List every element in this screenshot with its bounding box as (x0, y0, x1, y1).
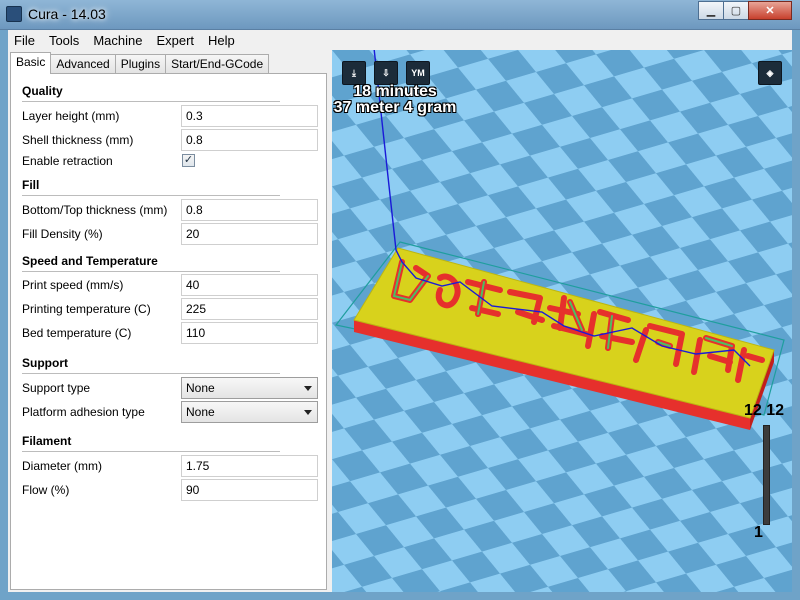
section-fill: Fill (22, 178, 318, 196)
setting-layer-height: Layer height (mm) 0.3 (22, 105, 322, 127)
print-info: 18 minutes 37 meter 4 gram (332, 84, 462, 116)
chevron-down-icon (304, 410, 312, 415)
basic-settings-panel: Quality Layer height (mm) 0.3 Shell thic… (10, 73, 327, 590)
tab-plugins[interactable]: Plugins (114, 54, 167, 74)
section-support: Support (22, 356, 318, 374)
section-divider (22, 101, 280, 102)
setting-bottom-top-thickness: Bottom/Top thickness (mm) 0.8 (22, 199, 322, 221)
menu-expert[interactable]: Expert (156, 33, 194, 48)
window-title: Cura - 14.03 (28, 6, 106, 22)
setting-label: Enable retraction (22, 154, 113, 168)
setting-label: Bed temperature (C) (22, 326, 132, 340)
menu-file[interactable]: File (14, 33, 35, 48)
platform-adhesion-select[interactable]: None (181, 401, 318, 423)
menu-bar: File Tools Machine Expert Help (8, 30, 792, 50)
layer-top-label: 12 12 (744, 402, 785, 419)
window-controls: ▁ ▢ ✕ (698, 1, 792, 20)
section-title: Speed and Temperature (22, 254, 158, 268)
tab-basic[interactable]: Basic (10, 52, 52, 74)
setting-label: Layer height (mm) (22, 109, 120, 123)
save-toolpath-icon[interactable]: ⇩ (374, 61, 398, 85)
setting-label: Diameter (mm) (22, 459, 102, 473)
layer-slider[interactable] (763, 425, 770, 525)
setting-shell-thickness: Shell thickness (mm) 0.8 (22, 129, 322, 151)
bed-temperature-input[interactable]: 110 (181, 322, 318, 344)
section-title: Support (22, 356, 68, 370)
tab-start-end-gcode[interactable]: Start/End-GCode (165, 54, 270, 74)
load-model-icon[interactable]: ⤓ (342, 61, 366, 85)
setting-label: Printing temperature (C) (22, 302, 151, 316)
setting-bed-temperature: Bed temperature (C) 110 (22, 322, 322, 344)
layer-bottom-label: 1 (754, 524, 763, 541)
select-value: None (186, 405, 215, 419)
setting-diameter: Diameter (mm) 1.75 (22, 455, 322, 477)
fill-density-input[interactable]: 20 (181, 223, 318, 245)
section-title: Filament (22, 434, 72, 448)
cura-app-icon (6, 6, 22, 22)
setting-support-type: Support type None (22, 377, 322, 399)
section-speed-temperature: Speed and Temperature (22, 254, 318, 272)
view-mode-icon[interactable]: ◈ (758, 61, 782, 85)
section-title: Fill (22, 178, 40, 192)
menu-machine[interactable]: Machine (93, 33, 142, 48)
section-title: Quality (22, 84, 63, 98)
setting-printing-temperature: Printing temperature (C) 225 (22, 298, 322, 320)
layer-height-input[interactable]: 0.3 (181, 105, 318, 127)
flow-input[interactable]: 90 (181, 479, 318, 501)
bottom-top-thickness-input[interactable]: 0.8 (181, 199, 318, 221)
section-divider (22, 451, 280, 452)
support-type-select[interactable]: None (181, 377, 318, 399)
setting-label: Print speed (mm/s) (22, 278, 124, 292)
title-bar: Cura - 14.03 ▁ ▢ ✕ (0, 0, 800, 30)
tab-advanced[interactable]: Advanced (50, 54, 116, 74)
menu-help[interactable]: Help (208, 33, 235, 48)
setting-enable-retraction: Enable retraction ✓ (22, 150, 322, 172)
setting-fill-density: Fill Density (%) 20 (22, 223, 322, 245)
setting-label: Support type (22, 381, 91, 395)
section-divider (22, 271, 280, 272)
enable-retraction-checkbox[interactable]: ✓ (182, 154, 195, 167)
section-divider (22, 373, 280, 374)
setting-print-speed: Print speed (mm/s) 40 (22, 274, 322, 296)
section-divider (22, 195, 280, 196)
diameter-input[interactable]: 1.75 (181, 455, 318, 477)
chevron-down-icon (304, 386, 312, 391)
close-button[interactable]: ✕ (748, 1, 792, 20)
print-speed-input[interactable]: 40 (181, 274, 318, 296)
ym-icon[interactable]: YM (406, 61, 430, 85)
print-material: 37 meter 4 gram (333, 99, 457, 116)
setting-flow: Flow (%) 90 (22, 479, 322, 501)
build-plate-scene (332, 50, 792, 592)
setting-label: Shell thickness (mm) (22, 133, 134, 147)
select-value: None (186, 381, 215, 395)
setting-label: Platform adhesion type (22, 405, 145, 419)
shell-thickness-input[interactable]: 0.8 (181, 129, 318, 151)
section-quality: Quality (22, 84, 318, 102)
minimize-button[interactable]: ▁ (698, 1, 724, 20)
setting-label: Flow (%) (22, 483, 70, 497)
3d-viewport[interactable]: ⤓ ⇩ YM ◈ 18 minutes 37 meter 4 gram 12 1… (332, 50, 792, 592)
setting-label: Bottom/Top thickness (mm) (22, 203, 168, 217)
settings-tabs: Basic Advanced Plugins Start/End-GCode (10, 52, 270, 74)
setting-label: Fill Density (%) (22, 227, 103, 241)
section-filament: Filament (22, 434, 318, 452)
print-time: 18 minutes (353, 83, 437, 100)
maximize-button[interactable]: ▢ (723, 1, 749, 20)
menu-tools[interactable]: Tools (49, 33, 79, 48)
settings-pane: Basic Advanced Plugins Start/End-GCode Q… (8, 50, 332, 592)
setting-platform-adhesion: Platform adhesion type None (22, 401, 322, 423)
printing-temperature-input[interactable]: 225 (181, 298, 318, 320)
